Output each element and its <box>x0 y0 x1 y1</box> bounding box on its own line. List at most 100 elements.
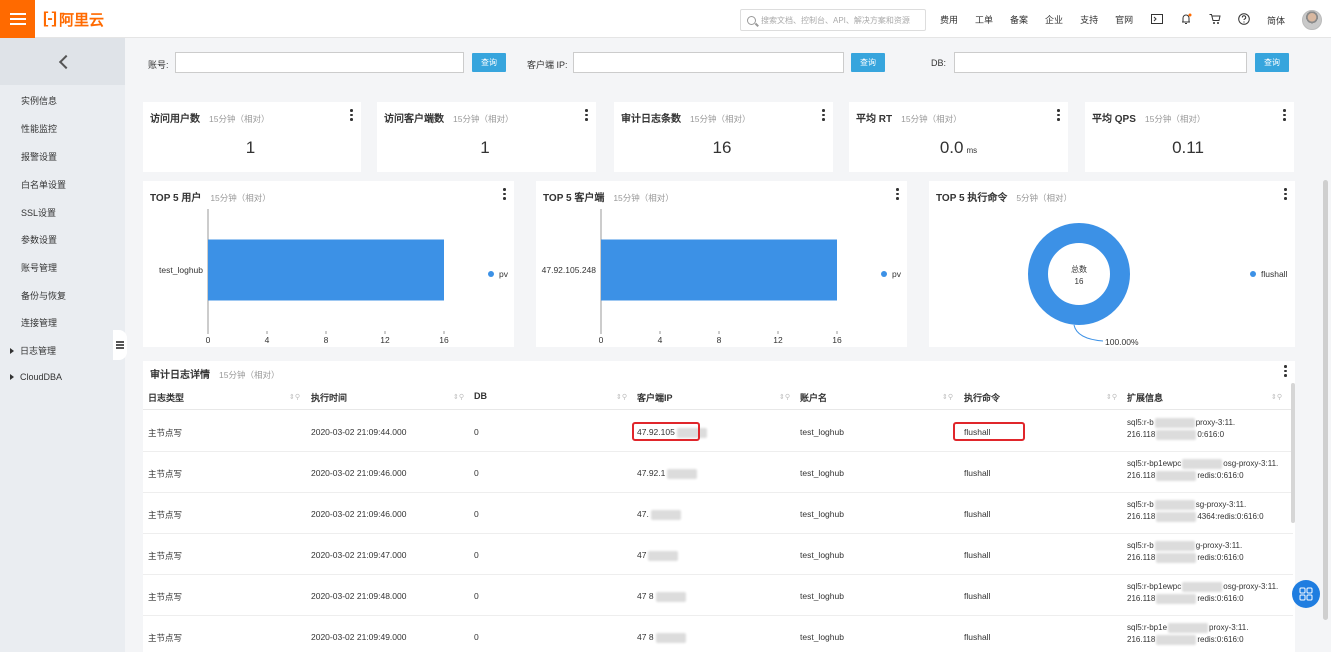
cell-log-type-text: 主节点写 <box>148 428 183 438</box>
highlight-client-ip <box>632 422 700 441</box>
sort-filter-icon[interactable]: ⇕⚲ <box>453 393 464 401</box>
more-options-icon[interactable] <box>1057 109 1060 121</box>
cell-command-text: flushall <box>964 509 991 519</box>
sidebar-item-instance-info[interactable]: 实例信息 <box>21 94 57 107</box>
cell-ext-info-line: sql5:r-bp1ewpc osg-proxy-3:11. <box>1127 459 1278 469</box>
cell-client-ip: 47. <box>637 509 681 520</box>
sidebar-item-alarms[interactable]: 报警设置 <box>21 150 57 163</box>
col-command[interactable]: 执行命令 <box>964 391 1000 404</box>
donut-leader-line <box>1073 324 1104 342</box>
nav-enterprise[interactable]: 企业 <box>1045 13 1063 26</box>
redacted-mask <box>1182 459 1223 469</box>
sort-filter-icon[interactable]: ⇕⚲ <box>942 393 953 401</box>
cell-client-ip-text: 47 8 <box>637 591 654 601</box>
sidebar-item-ssl[interactable]: SSL设置 <box>21 206 56 219</box>
sort-filter-icon[interactable]: ⇕⚲ <box>1271 393 1282 401</box>
ext-info-text: redis:0:616:0 <box>1197 471 1244 481</box>
x-tick-label: 8 <box>324 335 329 345</box>
chart-legend[interactable]: pv <box>881 269 901 279</box>
redacted-mask <box>667 468 698 479</box>
ext-info-text: proxy-3:11. <box>1209 623 1249 633</box>
sidebar-item-backup[interactable]: 备份与恢复 <box>21 289 66 302</box>
account-query-button[interactable]: 查询 <box>472 53 506 72</box>
terminal-icon[interactable] <box>1151 13 1163 25</box>
back-button[interactable] <box>0 38 125 85</box>
apps-grid-button[interactable] <box>1292 580 1320 608</box>
cell-client-ip-text: 47.92.1 <box>637 468 666 478</box>
bell-icon[interactable] <box>1180 13 1192 25</box>
more-options-icon[interactable] <box>1283 109 1286 121</box>
top5-commands-donut-chart <box>1028 223 1130 342</box>
table-scrollbar[interactable] <box>1291 383 1295 523</box>
client-ip-input[interactable] <box>573 52 844 73</box>
table-row[interactable]: 主节点写 2020-03-02 21:09:46.000 0 47.92.1 test_… <box>143 452 1293 493</box>
user-avatar[interactable] <box>1302 10 1322 30</box>
sidebar-item-whitelist[interactable]: 白名单设置 <box>21 178 66 191</box>
sidebar-item-performance[interactable]: 性能监控 <box>21 122 57 135</box>
metric-card-avg-rt: 平均 RT 15分钟（相对） 0.0 ms <box>849 102 1068 172</box>
sort-filter-icon[interactable]: ⇕⚲ <box>289 393 300 401</box>
db-input[interactable] <box>954 52 1247 73</box>
sidebar-item-accounts[interactable]: 账号管理 <box>21 261 57 274</box>
sidebar-group-clouddba[interactable]: CloudDBA <box>10 372 62 382</box>
cell-ext-info-line: 216.118 4364:redis:0:616:0 <box>1127 512 1264 522</box>
account-input[interactable] <box>175 52 464 73</box>
chart-legend[interactable]: pv <box>488 269 508 279</box>
language-switch[interactable]: 简体 <box>1267 14 1285 27</box>
ext-info-text: sql5:r-bp1ewpc <box>1127 582 1182 592</box>
more-options-icon[interactable] <box>350 109 353 121</box>
sidebar-group-log-management[interactable]: 日志管理 <box>10 344 56 357</box>
col-db[interactable]: DB <box>474 391 487 401</box>
nav-tickets[interactable]: 工单 <box>975 13 993 26</box>
aliyun-logo[interactable]: [-] 阿里云 <box>43 10 104 29</box>
page-scrollbar[interactable] <box>1323 180 1328 620</box>
col-log-type[interactable]: 日志类型 <box>148 391 184 404</box>
nav-support[interactable]: 支持 <box>1080 13 1098 26</box>
legend-swatch <box>881 271 887 277</box>
chart-legend[interactable]: flushall <box>1250 269 1287 279</box>
nav-icp[interactable]: 备案 <box>1010 13 1028 26</box>
global-search-input[interactable]: 搜索文档、控制台、API、解决方案和资源 <box>740 9 926 31</box>
cell-account-text: test_loghub <box>800 591 844 601</box>
sort-filter-icon[interactable]: ⇕⚲ <box>1106 393 1117 401</box>
help-icon[interactable] <box>1238 13 1250 25</box>
cart-icon[interactable] <box>1209 13 1221 25</box>
hamburger-menu-icon[interactable] <box>0 0 35 38</box>
cell-command-text: flushall <box>964 591 991 601</box>
col-ext-info[interactable]: 扩展信息 <box>1127 391 1163 404</box>
cell-account: test_loghub <box>800 468 844 478</box>
sidebar-item-connections[interactable]: 连接管理 <box>21 316 57 329</box>
db-query-button[interactable]: 查询 <box>1255 53 1289 72</box>
table-row[interactable]: 主节点写 2020-03-02 21:09:44.000 0 47.92.105 tes… <box>143 411 1293 452</box>
table-row[interactable]: 主节点写 2020-03-02 21:09:47.000 0 47 test_loghu… <box>143 534 1293 575</box>
table-row[interactable]: 主节点写 2020-03-02 21:09:49.000 0 47 8 test_log… <box>143 616 1293 652</box>
col-exec-time[interactable]: 执行时间 <box>311 391 347 404</box>
table-row[interactable]: 主节点写 2020-03-02 21:09:46.000 0 47. test_logh… <box>143 493 1293 534</box>
sort-filter-icon[interactable]: ⇕⚲ <box>616 393 627 401</box>
ext-info-text: osg-proxy-3:11. <box>1223 582 1279 592</box>
sidebar-item-params[interactable]: 参数设置 <box>21 233 57 246</box>
header-nav: 费用 工单 备案 企业 支持 官网 <box>940 0 1150 38</box>
nav-official-site[interactable]: 官网 <box>1115 13 1133 26</box>
cell-log-type-text: 主节点写 <box>148 551 183 561</box>
client-ip-query-button[interactable]: 查询 <box>851 53 885 72</box>
ext-info-text: sql5:r-b <box>1127 500 1154 510</box>
col-client-ip[interactable]: 客户端IP <box>637 391 673 404</box>
nav-fees[interactable]: 费用 <box>940 13 958 26</box>
cell-client-ip-text: 47 8 <box>637 632 654 642</box>
col-account[interactable]: 账户名 <box>800 391 827 404</box>
ext-info-text: 216.118 <box>1127 512 1156 522</box>
sort-filter-icon[interactable]: ⇕⚲ <box>779 393 790 401</box>
more-options-icon[interactable] <box>585 109 588 121</box>
logo-mark: [-] <box>43 10 57 27</box>
more-options-icon[interactable] <box>822 109 825 121</box>
cell-log-type-text: 主节点写 <box>148 592 183 602</box>
table-row[interactable]: 主节点写 2020-03-02 21:09:48.000 0 47 8 test_log… <box>143 575 1293 616</box>
cell-log-type: 主节点写 <box>148 509 182 521</box>
cell-exec-time: 2020-03-02 21:09:47.000 <box>311 550 406 560</box>
more-options-icon[interactable] <box>1284 365 1287 377</box>
metric-card-users: 访问用户数 15分钟（相对） 1 <box>143 102 361 172</box>
top-navbar: [-] 阿里云 搜索文档、控制台、API、解决方案和资源 费用 工单 备案 企业… <box>0 0 1331 38</box>
sidebar-collapse-handle[interactable] <box>113 330 127 360</box>
grid-icon <box>1299 587 1313 601</box>
